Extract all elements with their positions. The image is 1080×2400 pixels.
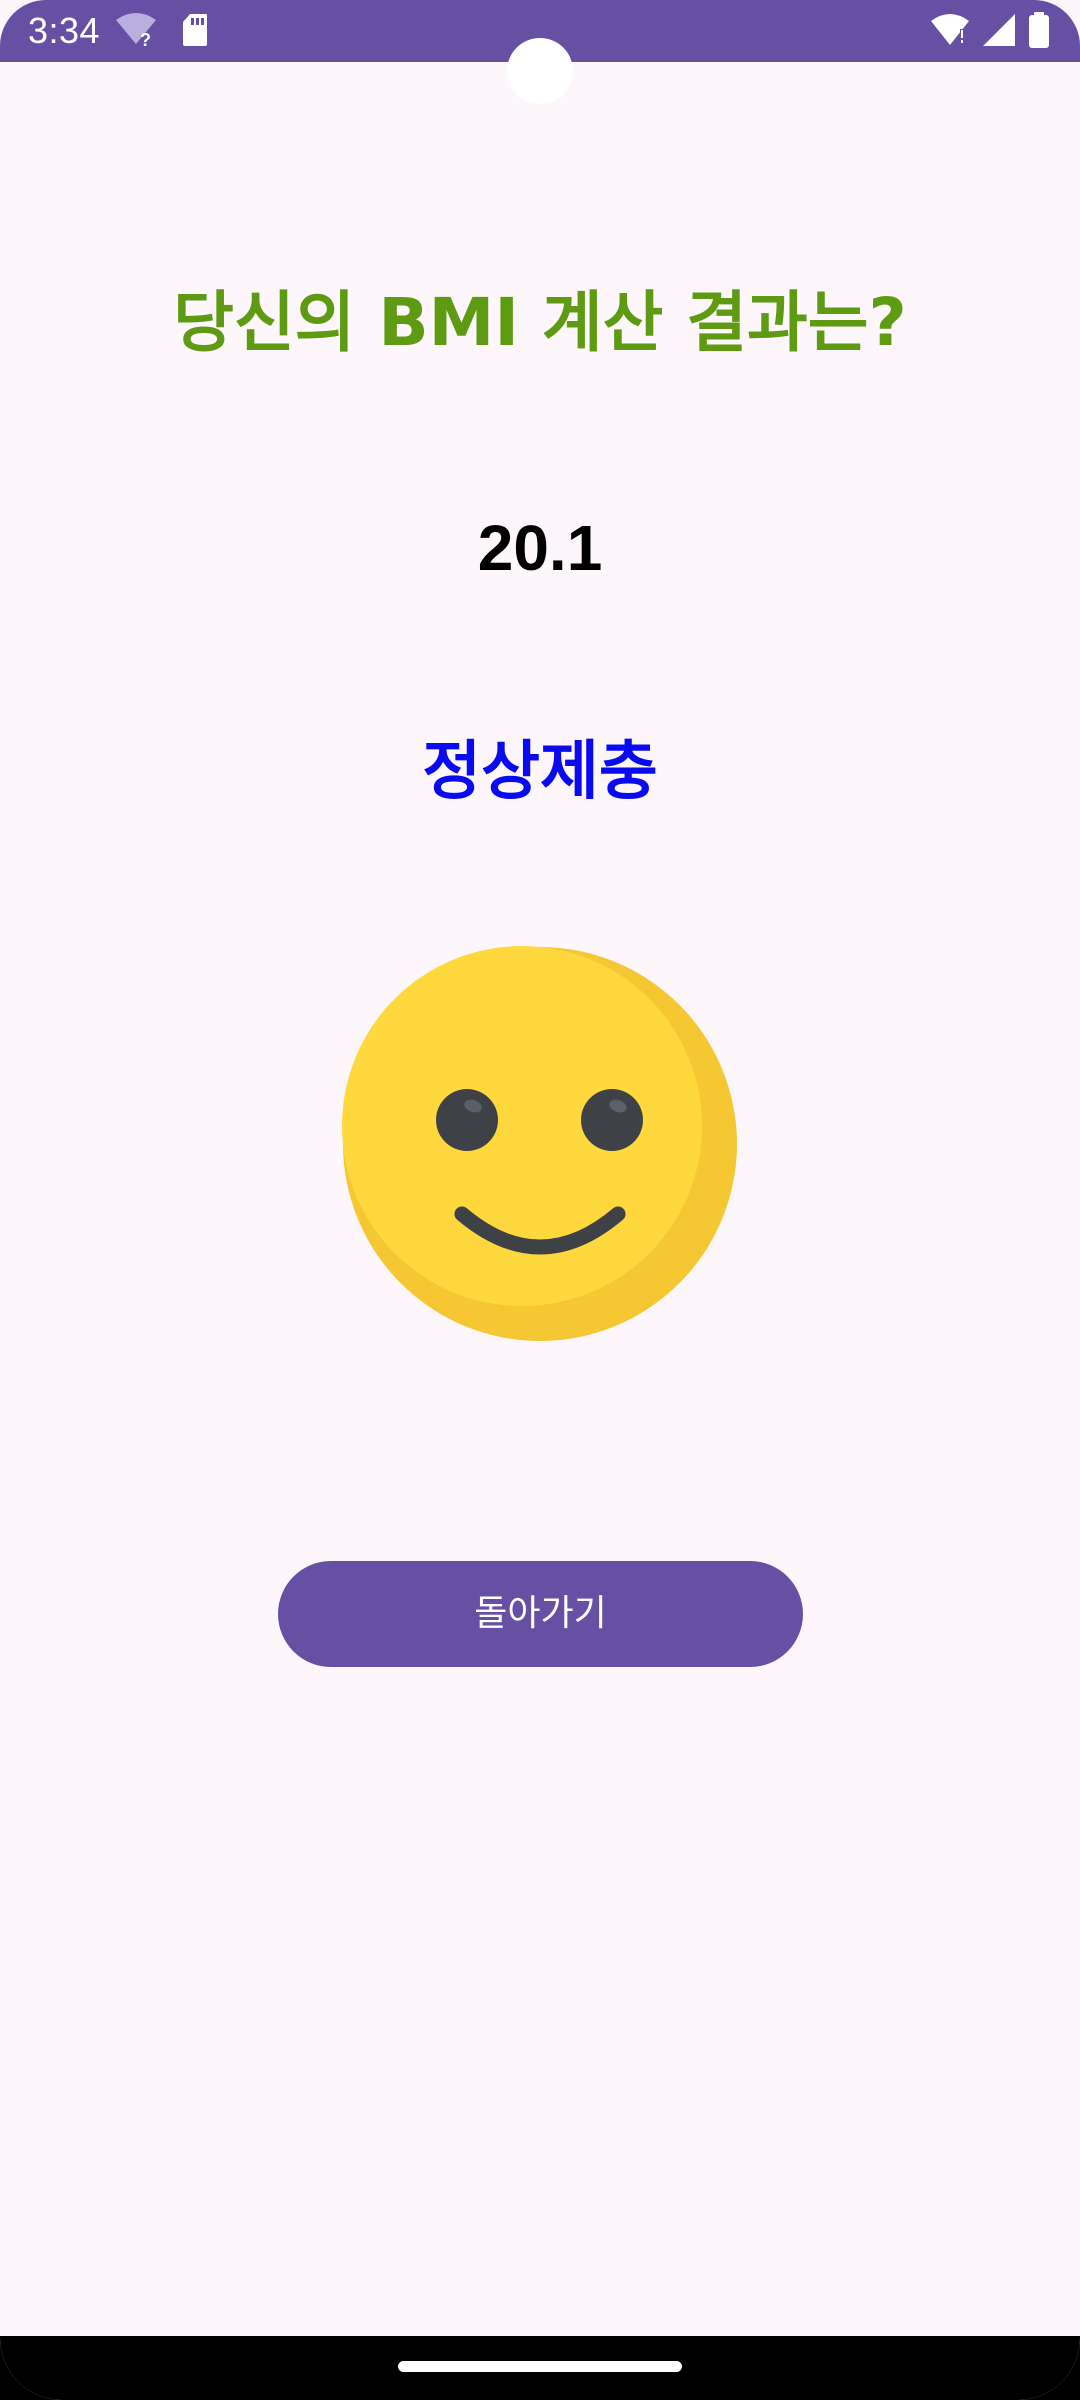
wifi-signal-icon: [930, 13, 970, 51]
cell-signal-icon: [982, 13, 1016, 51]
bmi-category: 정상제충: [422, 735, 658, 809]
smiling-face-icon: [342, 946, 738, 1342]
back-button[interactable]: 돌아가기: [278, 1561, 803, 1667]
status-right-icons: [930, 12, 1050, 52]
sd-card-icon: [182, 13, 208, 51]
result-title: 당신의 BMI 계산 결과는?: [173, 284, 907, 361]
bmi-result-screen: 3:34 ? 당신의 BMI 계산 결과는? 20.1 정상제충 돌아가기: [0, 0, 1080, 2400]
home-indicator[interactable]: [398, 2361, 682, 2372]
bmi-value: 20.1: [477, 512, 603, 584]
svg-text:?: ?: [140, 30, 151, 48]
wifi-unknown-icon: ?: [114, 12, 158, 52]
status-time: 3:34: [28, 10, 101, 51]
status-left-icons: ?: [114, 12, 208, 52]
battery-icon: [1028, 12, 1050, 52]
camera-cutout: [507, 38, 573, 104]
